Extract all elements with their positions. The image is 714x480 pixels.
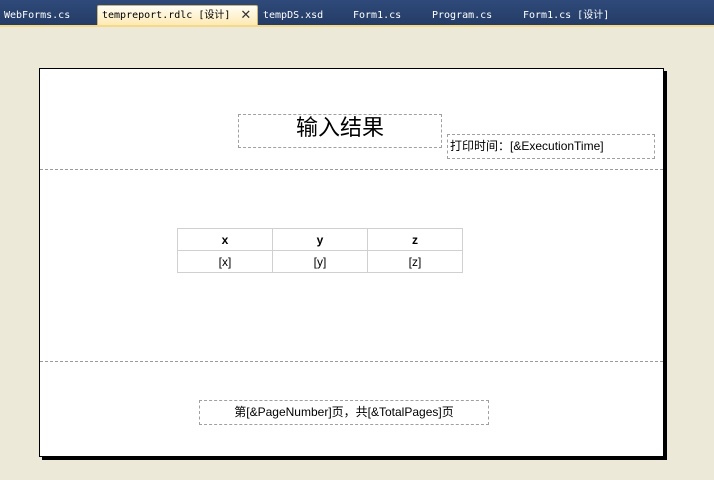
page-header-separator[interactable]: [40, 169, 663, 170]
report-design-surface[interactable]: 输入结果 打印时间：[&ExecutionTime] x y z [x] [y]…: [39, 68, 664, 457]
table-detail-cell-x[interactable]: [x]: [177, 250, 273, 273]
table-header-cell-y[interactable]: y: [272, 228, 368, 251]
table-detail-row: [x] [y] [z]: [177, 250, 463, 273]
tab-label: Program.cs: [432, 10, 493, 21]
report-table[interactable]: x y z [x] [y] [z]: [177, 228, 463, 273]
tab-webforms-cs[interactable]: WebForms.cs: [4, 6, 70, 25]
tab-label: Form1.cs: [353, 10, 402, 21]
tab-label: WebForms.cs: [4, 10, 71, 21]
tab-form1-cs[interactable]: Form1.cs: [353, 6, 401, 25]
tab-tempreport-rdlc-design[interactable]: tempreport.rdlc [设计] ✕: [97, 5, 258, 26]
tab-program-cs[interactable]: Program.cs: [432, 6, 492, 25]
table-header-row: x y z: [177, 228, 463, 251]
close-icon[interactable]: ✕: [240, 6, 251, 26]
table-detail-cell-z[interactable]: [z]: [367, 250, 463, 273]
table-header-cell-z[interactable]: z: [367, 228, 463, 251]
tab-label: Form1.cs [设计]: [523, 10, 610, 21]
tab-label: tempDS.xsd: [263, 10, 324, 21]
page-number-textbox[interactable]: 第[&PageNumber]页，共[&TotalPages]页: [199, 400, 489, 425]
tab-tempds-xsd[interactable]: tempDS.xsd: [263, 6, 323, 25]
page-footer-separator[interactable]: [40, 361, 663, 362]
tab-label: tempreport.rdlc [设计]: [102, 10, 231, 21]
report-title-textbox[interactable]: 输入结果: [238, 114, 442, 148]
table-detail-cell-y[interactable]: [y]: [272, 250, 368, 273]
tab-form1-cs-design[interactable]: Form1.cs [设计]: [523, 6, 609, 25]
document-tab-strip: WebForms.cs tempreport.rdlc [设计] ✕ tempDS…: [0, 0, 714, 26]
table-header-cell-x[interactable]: x: [177, 228, 273, 251]
print-time-textbox[interactable]: 打印时间：[&ExecutionTime]: [447, 134, 655, 159]
tab-strip-underline: [0, 25, 714, 27]
